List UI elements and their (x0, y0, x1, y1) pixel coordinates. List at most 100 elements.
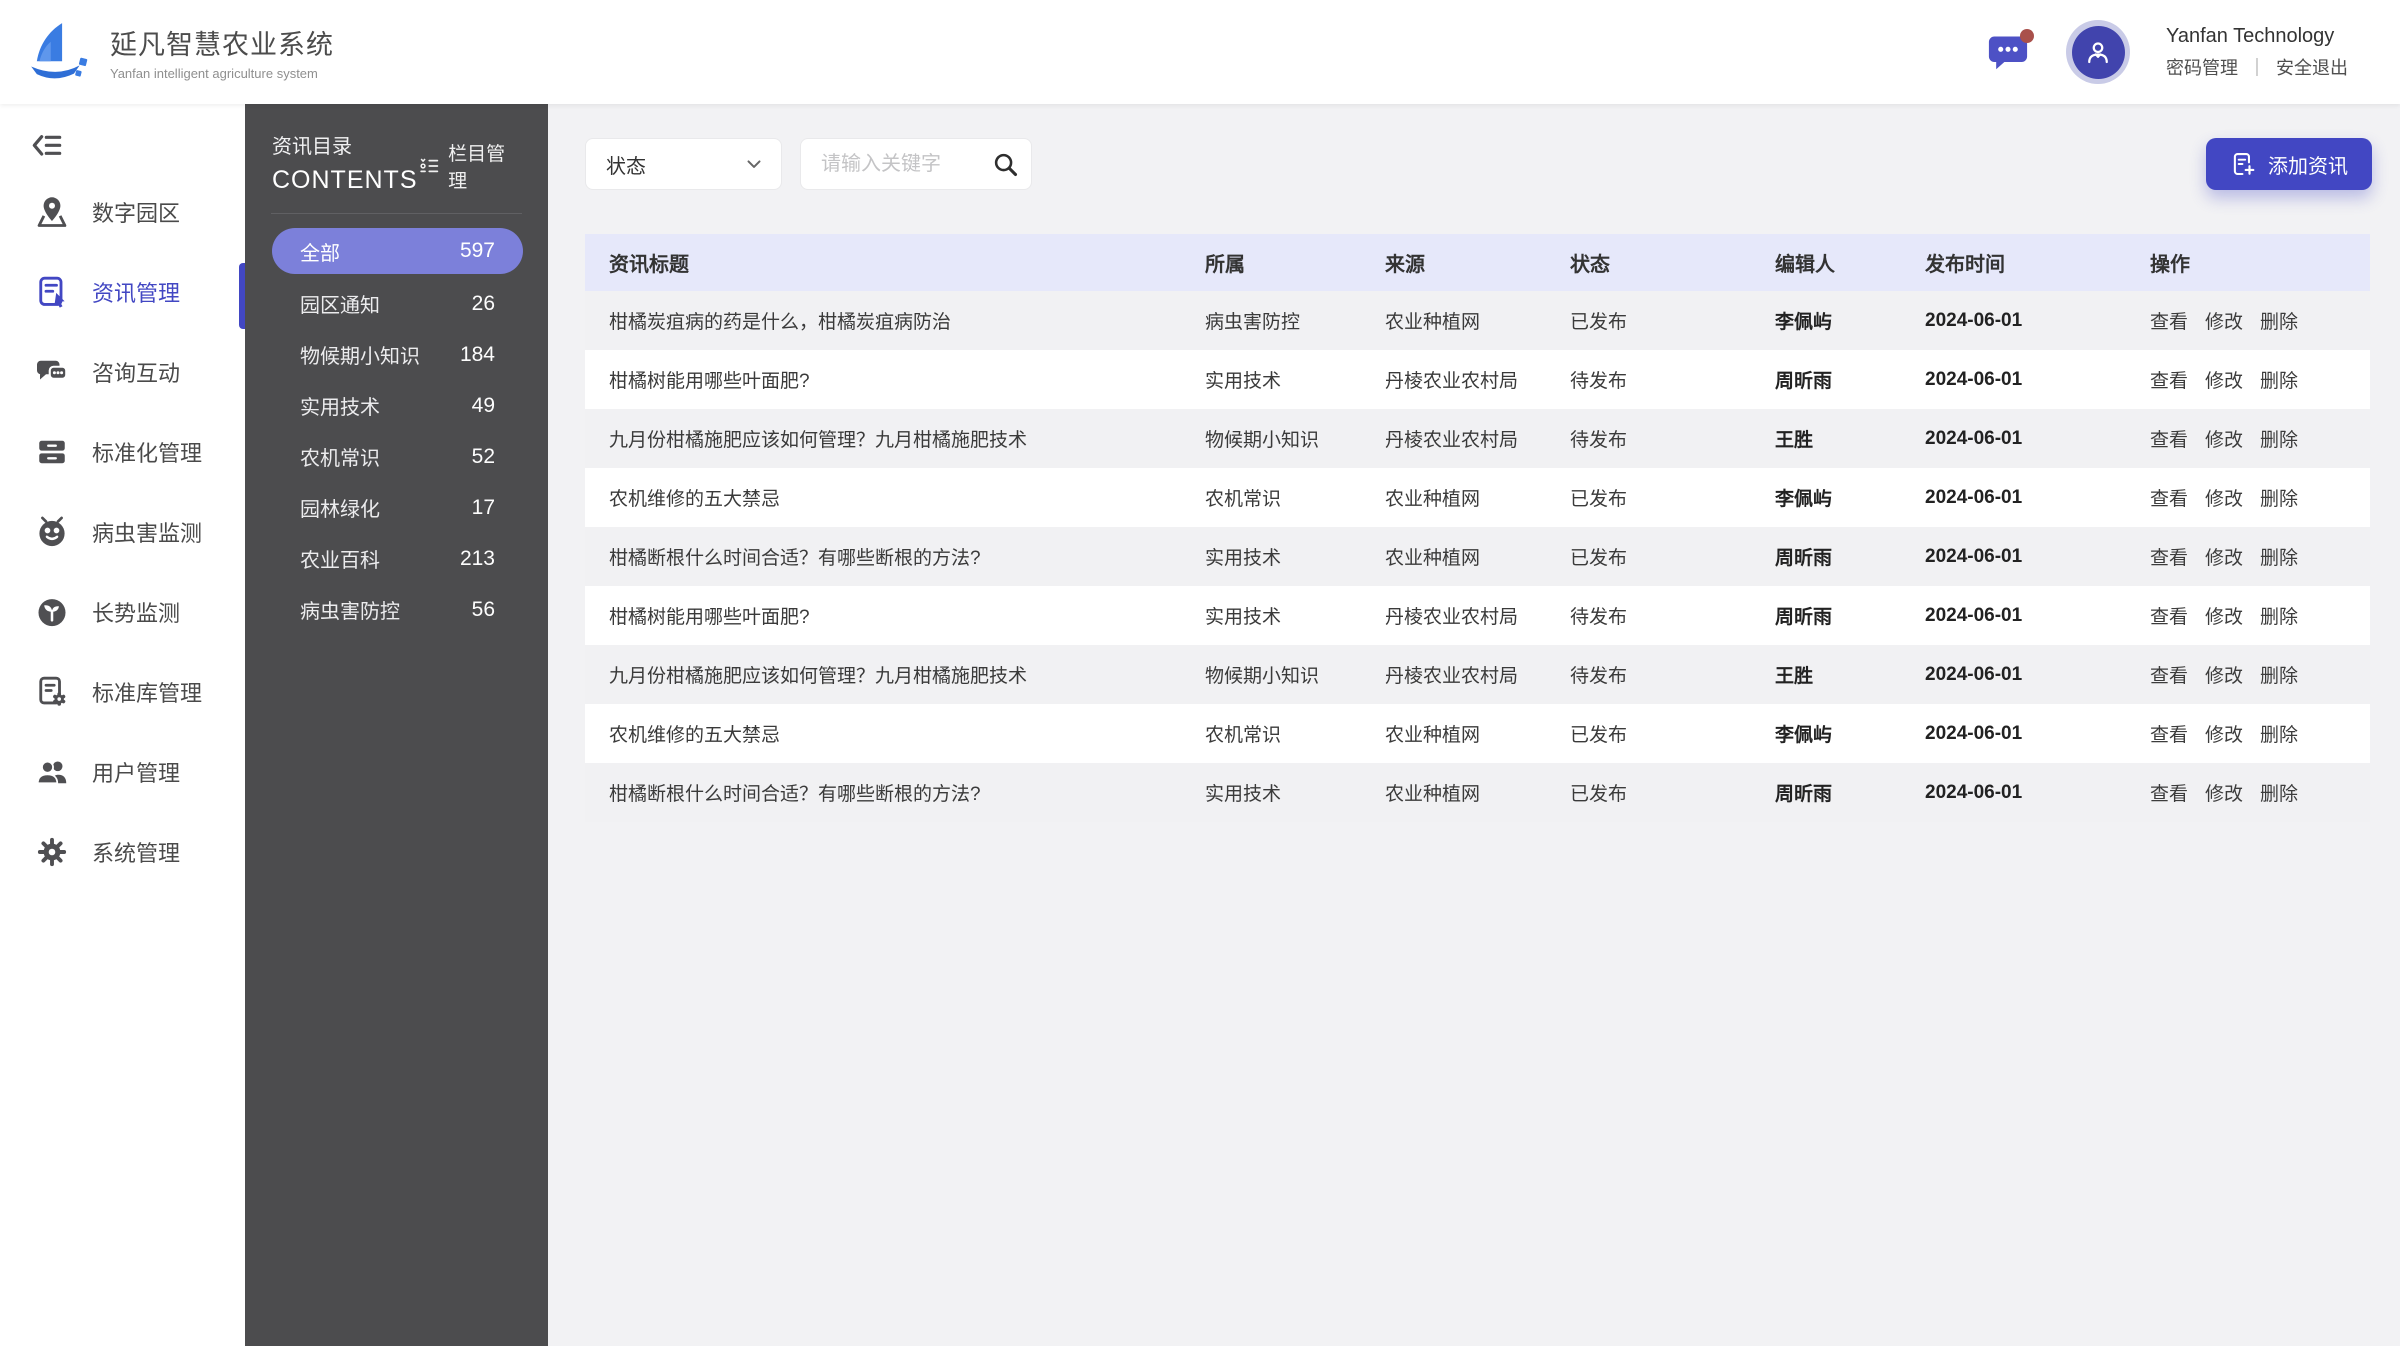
delete-link[interactable]: 删除 (2260, 661, 2298, 688)
table-header: 资讯标题 所属 来源 状态 编辑人 发布时间 操作 (585, 234, 2370, 291)
delete-link[interactable]: 删除 (2260, 779, 2298, 806)
sidebar-item[interactable]: 用户管理 (0, 732, 245, 812)
contents-title-en: CONTENTS (272, 166, 418, 194)
delete-link[interactable]: 删除 (2260, 720, 2298, 747)
view-link[interactable]: 查看 (2150, 602, 2188, 629)
news-title-cell: 农机维修的五大禁忌 (609, 725, 781, 746)
sidebar-item[interactable]: 标准库管理 (0, 652, 245, 732)
news-title-cell: 九月份柑橘施肥应该如何管理？九月柑橘施肥技术 (609, 430, 1028, 451)
logout-link[interactable]: 安全退出 (2276, 54, 2348, 80)
delete-link[interactable]: 删除 (2260, 543, 2298, 570)
edit-link[interactable]: 修改 (2205, 425, 2243, 452)
edit-link[interactable]: 修改 (2205, 779, 2243, 806)
category-item[interactable]: 园林绿化 17 (272, 482, 523, 533)
table-row: 柑橘树能用哪些叶面肥? 实用技术 丹棱农业农村局 待发布 周昕雨 2024-06… (585, 586, 2370, 645)
column-manage-button[interactable]: 栏目管理 (418, 139, 524, 195)
category-item[interactable]: 农机常识 52 (272, 431, 523, 482)
view-link[interactable]: 查看 (2150, 543, 2188, 570)
status-cell: 已发布 (1570, 725, 1628, 746)
map-icon (34, 194, 70, 230)
editor-cell: 周昕雨 (1775, 371, 1833, 392)
sidebar-item[interactable]: 标准化管理 (0, 412, 245, 492)
date-cell: 2024-06-01 (1925, 545, 2023, 567)
main-sidebar: 数字园区 资讯管理 咨询互动 标准化管理 病虫害监测 长势监测 标准库管理 用户… (0, 104, 245, 1346)
main-content: 状态 添加资讯 (548, 104, 2400, 1346)
sidebar-item[interactable]: 长势监测 (0, 572, 245, 652)
sidebar-item-label: 病虫害监测 (92, 521, 203, 546)
category-item[interactable]: 病虫害防控 56 (272, 584, 523, 635)
date-cell: 2024-06-01 (1925, 368, 2023, 390)
edit-link[interactable]: 修改 (2205, 366, 2243, 393)
editor-cell: 李佩屿 (1775, 725, 1833, 746)
user-avatar-icon (2083, 37, 2113, 67)
gear-icon (34, 834, 70, 870)
sidebar-item[interactable]: 病虫害监测 (0, 492, 245, 572)
category-cell: 实用技术 (1205, 371, 1282, 392)
view-link[interactable]: 查看 (2150, 661, 2188, 688)
edit-link[interactable]: 修改 (2205, 661, 2243, 688)
edit-link[interactable]: 修改 (2205, 720, 2243, 747)
edit-link[interactable]: 修改 (2205, 307, 2243, 334)
delete-link[interactable]: 删除 (2260, 484, 2298, 511)
edit-link[interactable]: 修改 (2205, 602, 2243, 629)
chat-icon (34, 354, 70, 390)
delete-link[interactable]: 删除 (2260, 425, 2298, 452)
bug-icon (34, 514, 70, 550)
top-header: 延凡智慧农业系统 Yanfan intelligent agriculture … (0, 0, 2400, 104)
search-button[interactable] (991, 150, 1019, 178)
row-actions: 查看 修改 删除 (2150, 366, 2370, 393)
edit-link[interactable]: 修改 (2205, 484, 2243, 511)
view-link[interactable]: 查看 (2150, 779, 2188, 806)
sidebar-item[interactable]: 数字园区 (0, 172, 245, 252)
sidebar-item-label: 用户管理 (92, 761, 181, 786)
sidebar-item[interactable]: 系统管理 (0, 812, 245, 892)
status-filter-select[interactable]: 状态 (585, 138, 782, 190)
sidebar-item-label: 系统管理 (92, 841, 181, 866)
view-link[interactable]: 查看 (2150, 366, 2188, 393)
add-news-button[interactable]: 添加资讯 (2206, 138, 2372, 190)
category-item[interactable]: 实用技术 49 (272, 380, 523, 431)
app-subtitle: Yanfan intelligent agriculture system (110, 66, 318, 81)
view-link[interactable]: 查看 (2150, 307, 2188, 334)
search-icon (991, 150, 1019, 178)
search-box (800, 138, 1032, 190)
source-cell: 农业种植网 (1385, 548, 1481, 569)
sidebar-item[interactable]: 咨询互动 (0, 332, 245, 412)
news-title-cell: 农机维修的五大禁忌 (609, 489, 781, 510)
table-row: 柑橘断根什么时间合适？有哪些断根的方法? 实用技术 农业种植网 已发布 周昕雨 … (585, 527, 2370, 586)
sidebar-collapse-button[interactable] (30, 130, 64, 162)
status-filter-value: 状态 (606, 155, 646, 178)
category-count: 184 (459, 342, 495, 366)
category-item[interactable]: 园区通知 26 (272, 278, 523, 329)
category-item[interactable]: 全部 597 (272, 228, 523, 274)
status-cell: 待发布 (1570, 666, 1628, 687)
category-count: 17 (471, 495, 495, 519)
password-manage-link[interactable]: 密码管理 (2166, 54, 2238, 80)
delete-link[interactable]: 删除 (2260, 602, 2298, 629)
notification-dot (2020, 29, 2034, 43)
app-window: 延凡智慧农业系统 Yanfan intelligent agriculture … (0, 0, 2400, 1346)
category-label: 园区通知 (300, 295, 380, 317)
news-title-cell: 柑橘断根什么时间合适？有哪些断根的方法? (609, 784, 981, 805)
table-row: 九月份柑橘施肥应该如何管理？九月柑橘施肥技术 物候期小知识 丹棱农业农村局 待发… (585, 645, 2370, 704)
view-link[interactable]: 查看 (2150, 425, 2188, 452)
delete-link[interactable]: 删除 (2260, 366, 2298, 393)
status-cell: 待发布 (1570, 371, 1628, 392)
message-button[interactable] (1986, 29, 2034, 72)
sidebar-menu: 数字园区 资讯管理 咨询互动 标准化管理 病虫害监测 长势监测 标准库管理 用户… (0, 172, 245, 892)
source-cell: 丹棱农业农村局 (1385, 607, 1519, 628)
category-count: 49 (471, 393, 495, 417)
table-row: 九月份柑橘施肥应该如何管理？九月柑橘施肥技术 物候期小知识 丹棱农业农村局 待发… (585, 409, 2370, 468)
view-link[interactable]: 查看 (2150, 484, 2188, 511)
category-label: 全部 (300, 242, 340, 265)
category-item[interactable]: 物候期小知识 184 (272, 329, 523, 380)
edit-link[interactable]: 修改 (2205, 543, 2243, 570)
col-title: 资讯标题 (585, 234, 1205, 291)
user-avatar[interactable] (2066, 20, 2130, 84)
active-menu-indicator (239, 263, 245, 329)
delete-link[interactable]: 删除 (2260, 307, 2298, 334)
view-link[interactable]: 查看 (2150, 720, 2188, 747)
category-item[interactable]: 农业百科 213 (272, 533, 523, 584)
sidebar-item[interactable]: 资讯管理 (0, 252, 245, 332)
column-manage-icon (418, 155, 440, 177)
